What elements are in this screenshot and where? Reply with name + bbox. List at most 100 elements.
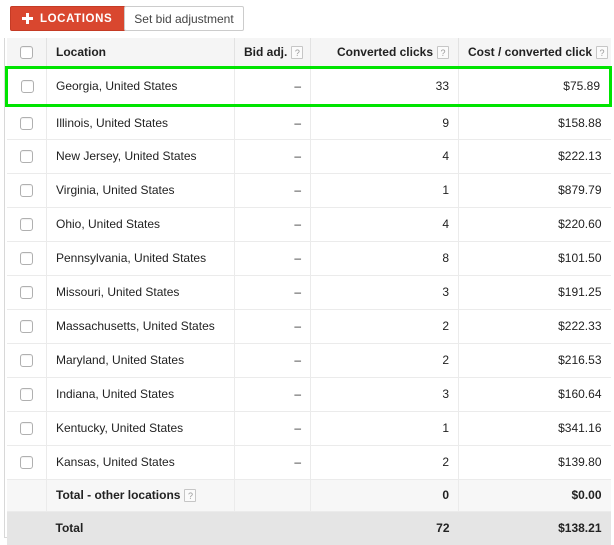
locations-report-panel: LOCATIONS Set bid adjustment Location Bi… (0, 0, 614, 545)
row-select-checkbox[interactable] (19, 116, 33, 130)
add-locations-button[interactable]: LOCATIONS (10, 6, 127, 31)
row-select-cell (6, 411, 47, 446)
table-row[interactable]: Kentucky, United States –1 $341.16 (6, 411, 611, 446)
set-bid-adjustment-button[interactable]: Set bid adjustment (124, 6, 244, 31)
locations-table: Location Bid adj.? Converted clicks? Cos… (5, 38, 612, 545)
row-select-checkbox[interactable] (20, 80, 34, 94)
cell-subtotal-converted-clicks: 0 (310, 479, 459, 512)
row-select-checkbox[interactable] (19, 286, 33, 300)
cell-converted-clicks: 33 (310, 65, 459, 107)
cell-location: Illinois, United States (46, 105, 235, 140)
table-row[interactable]: Missouri, United States –3 $191.25 (6, 275, 611, 310)
column-header-cost-per-converted-click[interactable]: Cost / converted click? (458, 38, 611, 68)
column-header-location[interactable]: Location (46, 38, 235, 68)
cell-converted-clicks: 9 (310, 105, 459, 140)
cell-cost-per-converted-click: $160.64 (458, 377, 611, 412)
cell-bid-adj: – (234, 139, 311, 174)
row-select-checkbox[interactable] (19, 388, 33, 402)
cell-location: Kentucky, United States (46, 411, 235, 446)
cell-total-bid-adj (234, 511, 311, 545)
select-all-checkbox[interactable] (19, 45, 33, 59)
row-select-cell (6, 309, 47, 344)
cell-converted-clicks: 1 (310, 411, 459, 446)
cell-bid-adj: – (234, 411, 311, 446)
table-row-subtotal: Total - other locations? 0 $0.00 (6, 479, 611, 512)
cell-bid-adj: – (234, 377, 311, 412)
cell-subtotal-label: Total - other locations? (46, 479, 235, 512)
converted-clicks-help-icon[interactable]: ? (437, 45, 449, 59)
cell-converted-clicks: 2 (310, 445, 459, 480)
cell-location: Virginia, United States (46, 173, 235, 208)
cell-location: Missouri, United States (46, 275, 235, 310)
table-row[interactable]: Virginia, United States –1 $879.79 (6, 173, 611, 208)
row-select-checkbox[interactable] (19, 252, 33, 266)
cell-cost-per-converted-click: $216.53 (458, 343, 611, 378)
table-row[interactable]: Ohio, United States –4 $220.60 (6, 207, 611, 242)
cell-subtotal-bid-adj (234, 479, 311, 512)
cell-bid-adj: – (234, 173, 311, 208)
table-row[interactable]: Illinois, United States –9 $158.88 (6, 105, 611, 140)
cell-bid-adj: – (234, 275, 311, 310)
table-row[interactable]: Kansas, United States –2 $139.80 (6, 445, 611, 480)
row-select-checkbox[interactable] (19, 456, 33, 470)
table-toolbar: LOCATIONS Set bid adjustment (0, 0, 614, 38)
row-select-checkbox[interactable] (19, 422, 33, 436)
cell-location: Pennsylvania, United States (46, 241, 235, 276)
cell-cost-per-converted-click: $101.50 (458, 241, 611, 276)
cell-bid-adj: – (234, 241, 311, 276)
column-header-converted-clicks-label: Converted clicks (336, 44, 433, 59)
cell-cost-per-converted-click: $158.88 (458, 105, 611, 140)
table-header-row: Location Bid adj.? Converted clicks? Cos… (6, 38, 611, 68)
row-select-cell (6, 241, 47, 276)
subtotal-help-icon[interactable]: ? (184, 489, 197, 503)
column-header-cost-per-converted-click-label: Cost / converted click (468, 44, 593, 59)
column-header-location-label: Location (56, 44, 106, 59)
total-select-cell (6, 511, 47, 545)
cell-bid-adj: – (234, 445, 311, 480)
cell-converted-clicks: 4 (310, 207, 459, 242)
row-select-cell (6, 275, 47, 310)
table-row[interactable]: Maryland, United States –2 $216.53 (6, 343, 611, 378)
locations-table-container: Location Bid adj.? Converted clicks? Cos… (4, 38, 612, 545)
cell-cost-per-converted-click: $139.80 (458, 445, 611, 480)
row-select-cell (6, 207, 47, 242)
column-header-bid-adj-label: Bid adj. (244, 44, 288, 59)
cell-bid-adj: – (234, 65, 311, 107)
cell-total-cost-per-converted-click: $138.21 (458, 511, 611, 545)
row-select-checkbox[interactable] (19, 354, 33, 368)
select-all-header (6, 38, 47, 68)
cell-location: Indiana, United States (46, 377, 235, 412)
cell-bid-adj: – (234, 105, 311, 140)
row-select-cell (6, 105, 47, 140)
plus-icon (22, 13, 33, 24)
cell-cost-per-converted-click: $191.25 (458, 275, 611, 310)
cell-location: Maryland, United States (46, 343, 235, 378)
cell-cost-per-converted-click: $75.89 (458, 65, 612, 107)
cell-cost-per-converted-click: $220.60 (458, 207, 611, 242)
table-row[interactable]: New Jersey, United States –4 $222.13 (6, 139, 611, 174)
cell-converted-clicks: 2 (310, 309, 459, 344)
table-row-total: Total 72 $138.21 (6, 511, 611, 545)
row-select-checkbox[interactable] (19, 218, 33, 232)
column-header-converted-clicks[interactable]: Converted clicks? (310, 38, 459, 68)
bid-adj-help-icon[interactable]: ? (291, 45, 304, 59)
row-select-checkbox[interactable] (19, 150, 33, 164)
column-header-bid-adj[interactable]: Bid adj.? (234, 38, 311, 68)
table-row[interactable]: Massachusetts, United States –2 $222.33 (6, 309, 611, 344)
row-select-cell (6, 139, 47, 174)
cell-converted-clicks: 3 (310, 377, 459, 412)
table-row[interactable]: Pennsylvania, United States –8 $101.50 (6, 241, 611, 276)
cell-total-converted-clicks: 72 (310, 511, 459, 545)
cell-cost-per-converted-click: $341.16 (458, 411, 611, 446)
cell-location: New Jersey, United States (46, 139, 235, 174)
cell-bid-adj: – (234, 309, 311, 344)
row-select-checkbox[interactable] (19, 320, 33, 334)
row-select-checkbox[interactable] (19, 184, 33, 198)
cell-location: Massachusetts, United States (46, 309, 235, 344)
table-row[interactable]: Indiana, United States –3 $160.64 (6, 377, 611, 412)
row-select-cell (6, 343, 47, 378)
cost-per-converted-click-help-icon[interactable]: ? (596, 45, 609, 59)
subtotal-label-text: Total - other locations (56, 487, 181, 502)
row-select-cell (5, 65, 47, 107)
table-row[interactable]: Georgia, United States –33 $75.89 (5, 65, 612, 107)
